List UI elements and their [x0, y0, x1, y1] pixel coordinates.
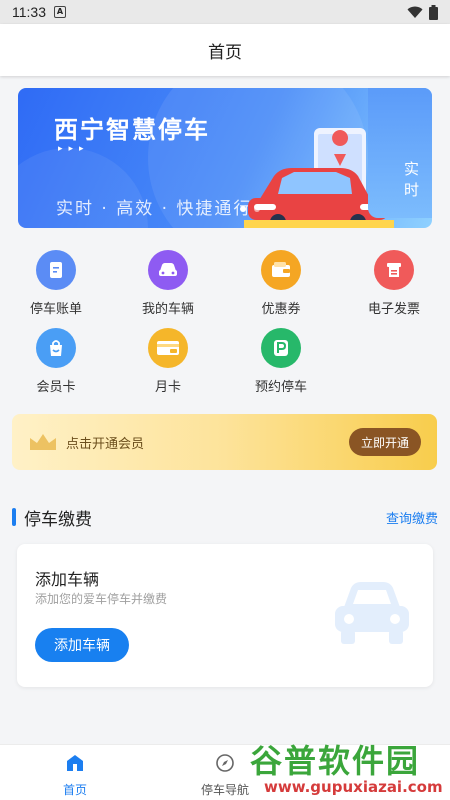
crown-icon [30, 434, 56, 450]
member-banner-text: 点击开通会员 [66, 436, 145, 452]
battery-icon [429, 4, 438, 20]
banner-title: 西宁智慧停车 [54, 116, 210, 144]
status-bar: 11:33 A [0, 0, 450, 24]
vip-card-icon [148, 328, 188, 368]
menu-item-member-card[interactable]: 会员卡 [0, 328, 112, 398]
tab-label: 首页 [62, 783, 87, 797]
car-placeholder-icon [335, 582, 409, 644]
carousel-indicator [240, 206, 260, 212]
page-title: 首页 [208, 42, 242, 63]
status-time: 11:33 [12, 4, 46, 20]
parking-icon [261, 328, 301, 368]
watermark: 谷普软件园 www.gupuxiazai.com [250, 736, 450, 800]
activate-member-button[interactable]: 立即开通 [349, 428, 421, 456]
app-header: 首页 [0, 24, 450, 76]
add-vehicle-card: 添加车辆 添加您的爱车停车并缴费 添加车辆 [17, 544, 433, 687]
card-title: 添加车辆 [35, 570, 100, 589]
home-icon [67, 755, 83, 771]
menu-item-e-invoice[interactable]: 电子发票 [338, 250, 450, 320]
card-subtitle: 添加您的爱车停车并缴费 [35, 592, 168, 606]
carousel-dot [240, 206, 246, 212]
banner-next-slide: 实时 [368, 88, 432, 218]
compass-icon [216, 754, 234, 772]
tab-home[interactable]: 首页 [20, 753, 130, 798]
menu-item-coupons[interactable]: 优惠券 [225, 250, 337, 320]
menu-item-label: 会员卡 [36, 380, 76, 395]
wallet-icon [261, 250, 301, 290]
shopping-bag-icon [36, 328, 76, 368]
carousel-dot [254, 206, 260, 212]
bill-icon [36, 250, 76, 290]
menu-item-label: 停车账单 [29, 302, 82, 317]
menu-item-label: 电子发票 [367, 302, 420, 317]
banner-carousel[interactable]: 西宁智慧停车 ▸▸▸ 实时 · 高效 · 快捷通行 实时 [18, 88, 432, 228]
car-icon [148, 250, 188, 290]
menu-item-monthly-card[interactable]: 月卡 [112, 328, 224, 398]
section-title: 停车缴费 [24, 509, 92, 530]
watermark-title: 谷普软件园 [250, 742, 421, 780]
menu-item-label: 预约停车 [254, 380, 307, 395]
watermark-url: www.gupuxiazai.com [264, 778, 443, 796]
notification-badge: A [54, 6, 66, 18]
menu-item-label: 月卡 [154, 380, 181, 395]
section-indicator [12, 508, 16, 526]
menu-item-parking-bill[interactable]: 停车账单 [0, 250, 112, 320]
wifi-icon [407, 6, 423, 18]
menu-item-my-vehicles[interactable]: 我的车辆 [112, 250, 224, 320]
query-payment-link[interactable]: 查询缴费 [386, 508, 438, 527]
banner-arrows: ▸▸▸ [58, 144, 90, 154]
parking-payment-header: 停车缴费 查询缴费 [12, 504, 438, 530]
add-vehicle-button[interactable]: 添加车辆 [35, 628, 129, 662]
menu-item-label: 优惠券 [261, 302, 301, 317]
menu-item-label: 我的车辆 [141, 302, 194, 317]
invoice-icon [374, 250, 414, 290]
menu-item-reserve-parking[interactable]: 预约停车 [225, 328, 337, 398]
member-banner[interactable]: 点击开通会员 立即开通 [12, 414, 437, 470]
next-slide-text: 实时 [404, 160, 420, 199]
banner-slogan: 实时 · 高效 · 快捷通行 [56, 199, 253, 219]
